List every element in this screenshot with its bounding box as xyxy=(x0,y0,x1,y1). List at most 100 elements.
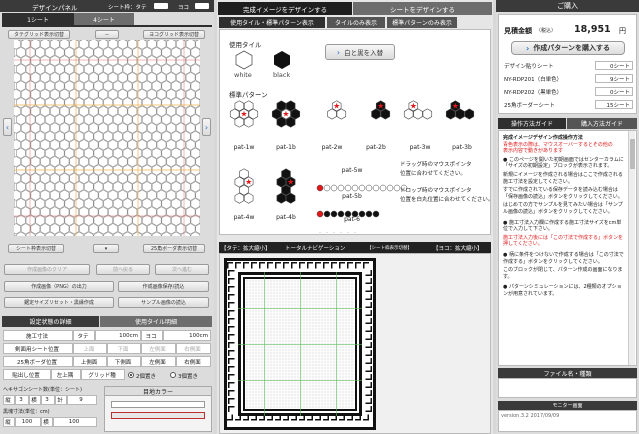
grid-3-radio[interactable] xyxy=(170,372,176,378)
side-sheet-left[interactable]: 左側面 xyxy=(141,343,176,354)
mini-tile xyxy=(312,328,315,331)
subtab-tiles-only[interactable]: タイルのみ表示 xyxy=(327,17,385,28)
hex-tile xyxy=(147,105,157,117)
mini-tile xyxy=(324,322,327,325)
mini-tile xyxy=(294,382,297,385)
paste-pos-value[interactable]: 左上隅 xyxy=(51,369,81,380)
mini-tile xyxy=(351,292,354,295)
scroll-right-button[interactable]: › xyxy=(202,118,211,136)
joint-color-swatch[interactable] xyxy=(111,401,205,408)
hex-tile xyxy=(69,156,79,168)
mini-tile xyxy=(273,367,276,370)
border-top[interactable]: 上側面 xyxy=(73,356,107,367)
mini-tile xyxy=(330,358,333,361)
hex-tile xyxy=(30,172,41,184)
subtab-tiles-and-patterns[interactable]: 使用タイル・標準パターン表示 xyxy=(219,17,325,28)
border-bottom[interactable]: 下側面 xyxy=(107,356,141,367)
guide-scrollbar[interactable] xyxy=(628,131,635,365)
key-motif xyxy=(227,263,229,269)
mini-tile xyxy=(309,358,312,361)
load-sample-button[interactable]: サンプル画像の読込 xyxy=(118,297,209,308)
side-sheet-bottom[interactable]: 下面 xyxy=(107,343,141,354)
mini-tile xyxy=(276,391,279,394)
tab-tile-detail[interactable]: 使用タイル明細 xyxy=(100,316,212,327)
mini-tile xyxy=(258,385,261,388)
hex-tile xyxy=(45,63,55,75)
tab-design-sheet[interactable]: シートをデザインする xyxy=(353,2,492,15)
total-navigation-preview[interactable] xyxy=(224,258,376,430)
hex-tile xyxy=(132,80,142,92)
grid-2-radio[interactable] xyxy=(128,372,134,378)
mini-tile xyxy=(291,394,294,397)
side-sheet-right[interactable]: 右側面 xyxy=(176,343,211,354)
preview-sheet-toggle[interactable]: 【シート枠表示切替】 xyxy=(367,245,412,251)
sheet-frame-yoko-toggle[interactable] xyxy=(195,3,209,9)
tab-operation-guide[interactable]: 操作方法ガイド xyxy=(498,118,566,129)
hex-tile xyxy=(113,46,123,58)
mini-tile xyxy=(294,346,297,349)
clear-image-button[interactable]: 作成画像のクリア xyxy=(4,264,90,275)
guide-content: 完成イメージデザイン作成操作方法 青色表示の際は、マウスオーバーするとその他の … xyxy=(498,130,637,366)
mini-tile xyxy=(306,295,309,298)
hex-tile xyxy=(113,80,123,92)
scroll-left-button[interactable]: ‹ xyxy=(3,118,12,136)
mini-tile xyxy=(306,349,309,352)
mini-tile xyxy=(330,406,333,409)
pattern-hex xyxy=(422,108,433,120)
mini-tile xyxy=(267,304,270,307)
swap-color-button[interactable]: › 白と黒を入替 xyxy=(325,44,395,60)
file-name-box[interactable] xyxy=(498,378,637,398)
redo-button[interactable]: 次へ進む xyxy=(155,264,209,275)
side-sheet-top[interactable]: 上面 xyxy=(73,343,107,354)
hex-tile xyxy=(50,105,60,117)
output-png-button[interactable]: 作成画像（PNG）の出力 xyxy=(4,281,114,292)
preview-tate-zoom[interactable]: 【タテ：拡大縮小】 xyxy=(221,244,271,252)
mini-tile xyxy=(255,382,258,385)
expand-button[interactable]: ▾ xyxy=(93,244,119,253)
hex-tile xyxy=(156,88,167,100)
mini-tile xyxy=(306,373,309,376)
mini-tile xyxy=(315,370,318,373)
hex-tile xyxy=(180,181,191,193)
yoko-grid-toggle-button[interactable]: ヨコグリッド表示切替 xyxy=(143,30,205,39)
border-left[interactable]: 左側面 xyxy=(141,356,176,367)
tab-settings-detail[interactable]: 設定状態の詳細 xyxy=(2,316,99,327)
sheet-frame-tate-toggle[interactable] xyxy=(154,3,168,9)
reset-size-button[interactable]: 鋸定サイズリセット・黒縁作成 xyxy=(4,297,114,308)
tab-1-sheet[interactable]: 1シート xyxy=(2,13,74,25)
joint-color-swatch-selected[interactable] xyxy=(111,412,205,419)
border-right[interactable]: 右側面 xyxy=(176,356,211,367)
border-toggle-button[interactable]: 25角ボーダ表示切替 xyxy=(143,244,205,253)
sheet-frame-toggle-button[interactable]: シート枠表示切替 xyxy=(8,244,64,253)
grid-line xyxy=(238,380,362,381)
white-tile[interactable] xyxy=(234,50,254,70)
mini-tile xyxy=(276,397,279,400)
save-load-button[interactable]: 作成画像保存/読込 xyxy=(118,281,209,292)
mini-tile xyxy=(255,292,258,295)
mini-tile xyxy=(315,292,318,295)
subtab-patterns-only[interactable]: 標準パターンのみ表示 xyxy=(387,17,457,28)
hexagon-design-canvas[interactable] xyxy=(14,40,200,236)
mini-tile xyxy=(279,397,282,400)
collapse-button[interactable]: － xyxy=(95,30,119,39)
mini-tile xyxy=(249,388,252,391)
purchase-pattern-button[interactable]: › 作成パターンを購入する xyxy=(511,41,625,55)
black-tile[interactable] xyxy=(272,50,292,70)
mini-tile xyxy=(249,292,252,295)
undo-button[interactable]: 前へ戻る xyxy=(96,264,150,275)
hex-tile xyxy=(161,181,172,193)
mini-tile xyxy=(327,358,330,361)
tab-purchase-guide[interactable]: 購入方法ガイド xyxy=(567,118,637,129)
preview-yoko-zoom[interactable]: 【ヨコ：拡大縮小】 xyxy=(433,244,483,252)
mini-tile xyxy=(255,367,258,370)
tate-grid-toggle-button[interactable]: タテグリッド表示切替 xyxy=(8,30,70,39)
guide-scrollbar-thumb[interactable] xyxy=(630,139,635,169)
mini-tile xyxy=(324,403,327,406)
key-motif xyxy=(365,346,371,348)
tab-4-sheet[interactable]: 4シート xyxy=(74,13,134,25)
mini-tile xyxy=(276,388,279,391)
tab-design-complete[interactable]: 完成イメージをデザインする xyxy=(218,2,352,15)
hex-tile xyxy=(30,105,41,117)
mini-tile xyxy=(330,385,333,388)
mini-tile xyxy=(249,346,252,349)
